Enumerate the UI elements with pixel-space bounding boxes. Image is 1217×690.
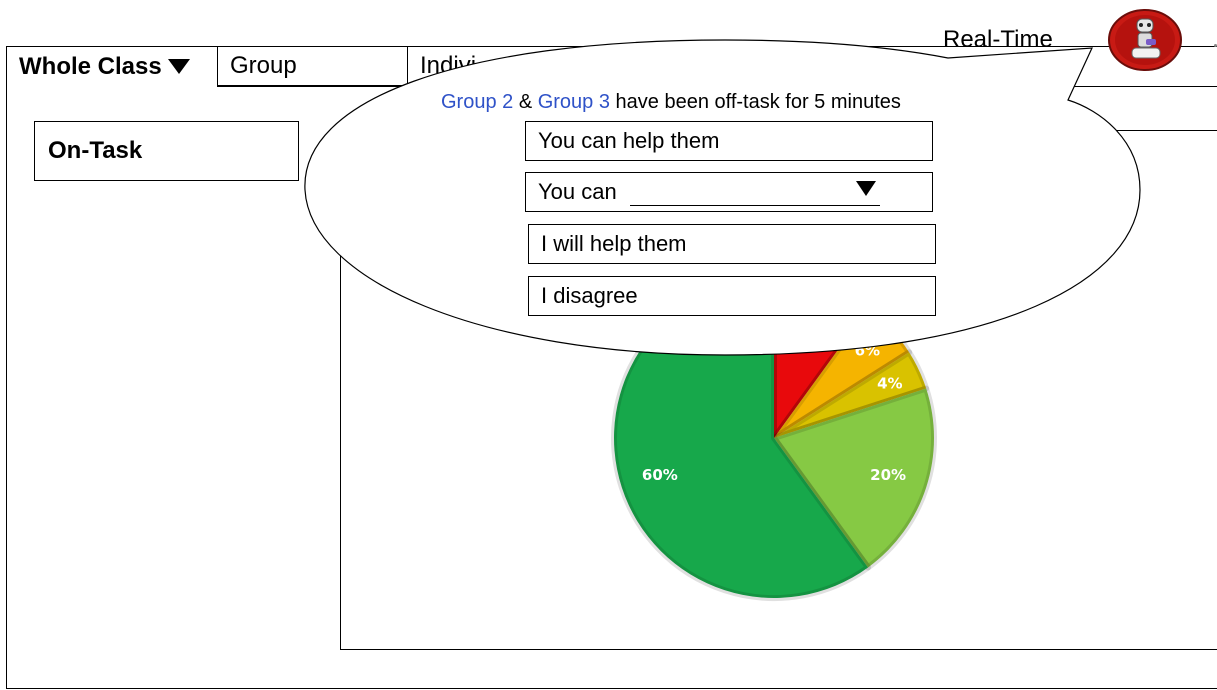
robot-avatar-icon[interactable] bbox=[1108, 9, 1182, 71]
real-time-label: Real-Time bbox=[943, 26, 1053, 53]
message-amp: & bbox=[513, 91, 538, 113]
option-label: You can help them bbox=[538, 128, 720, 153]
group-2-link[interactable]: Group 2 bbox=[441, 91, 513, 113]
pie-data-label: 20% bbox=[870, 466, 906, 484]
option-label: You can bbox=[538, 179, 617, 204]
group-3-link[interactable]: Group 3 bbox=[538, 91, 610, 113]
notification-message: Group 2 & Group 3 have been off-task for… bbox=[441, 91, 901, 114]
caret-down-icon[interactable] bbox=[855, 180, 876, 196]
option-i-will-help-them[interactable]: I will help them bbox=[528, 224, 936, 264]
option-label: I will help them bbox=[541, 231, 687, 256]
option-you-can-help-them[interactable]: You can help them bbox=[525, 121, 933, 161]
pie-data-label: 4% bbox=[877, 375, 902, 393]
option-you-can-dropdown[interactable]: You can bbox=[525, 172, 933, 212]
pie-data-label: 60% bbox=[642, 466, 678, 484]
action-select[interactable] bbox=[629, 179, 880, 206]
message-text: have been off-task for 5 minutes bbox=[609, 91, 901, 113]
option-i-disagree[interactable]: I disagree bbox=[528, 276, 936, 316]
option-label: I disagree bbox=[541, 283, 638, 308]
